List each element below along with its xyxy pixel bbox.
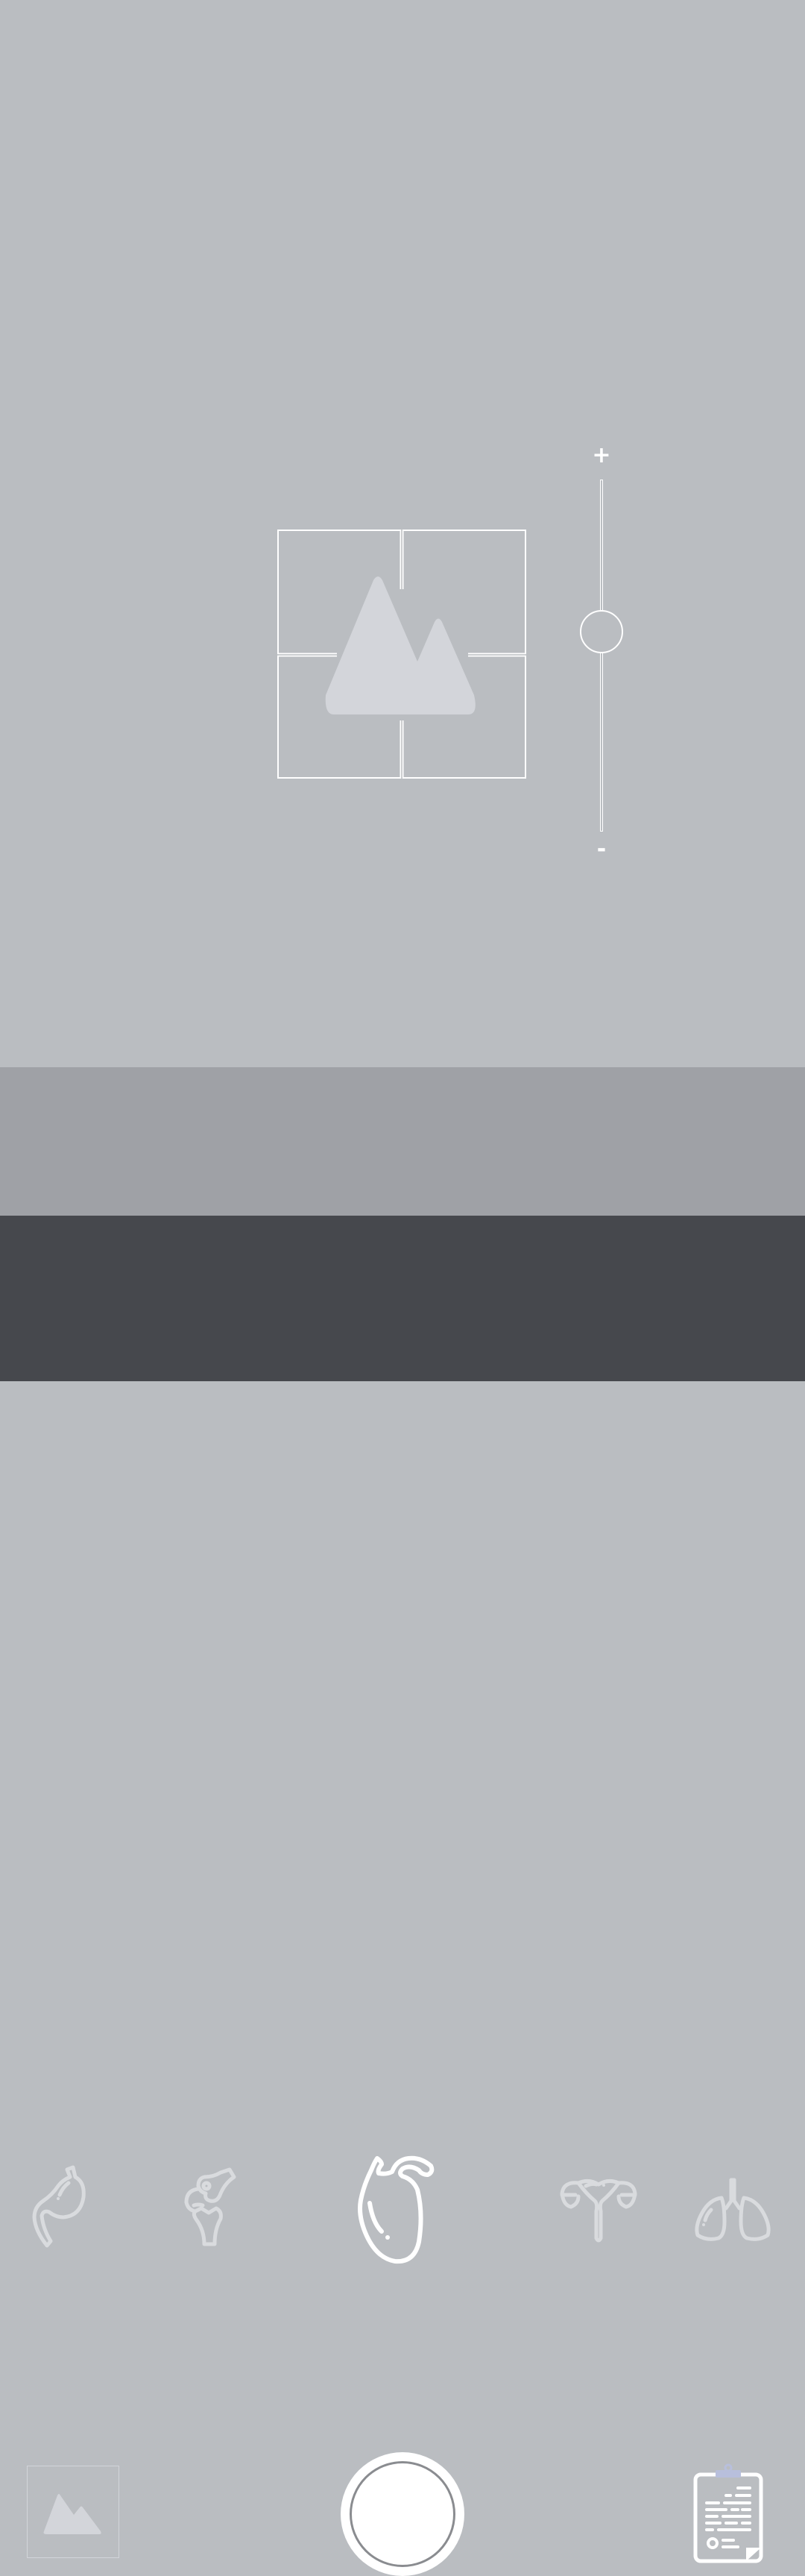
zoom-in-label[interactable]: +	[587, 444, 616, 467]
gallery-thumbnail-icon	[43, 2494, 101, 2534]
knee-joint-icon	[184, 2167, 236, 2246]
mountain-image-icon	[325, 577, 476, 714]
shutter-inner-ring	[350, 2461, 455, 2567]
zoom-out-label[interactable]: -	[587, 838, 616, 861]
uterus-icon	[560, 2178, 637, 2243]
shutter-button[interactable]	[341, 2452, 464, 2576]
organ-selector-bar	[0, 1067, 805, 2264]
organ-option-stomach[interactable]	[30, 2164, 89, 2257]
lungs-icon	[695, 2178, 771, 2241]
stomach-icon	[32, 2165, 86, 2248]
gallery-button[interactable]	[27, 2466, 119, 2558]
clipboard-report-icon	[693, 2463, 763, 2563]
report-button[interactable]	[690, 2463, 765, 2568]
camera-controls-bar	[0, 1216, 805, 2576]
heart-icon	[358, 2155, 435, 2264]
organ-option-uterus[interactable]	[556, 2174, 641, 2249]
zoom-slider-track-lower[interactable]	[600, 653, 603, 832]
camera-viewfinder[interactable]: + -	[0, 0, 805, 1067]
organ-option-lungs[interactable]	[690, 2177, 775, 2248]
zoom-slider-track-upper[interactable]	[600, 480, 603, 611]
zoom-slider-handle[interactable]	[580, 610, 623, 653]
organ-option-knee[interactable]	[176, 2164, 243, 2257]
organ-option-heart[interactable]	[350, 2152, 455, 2275]
